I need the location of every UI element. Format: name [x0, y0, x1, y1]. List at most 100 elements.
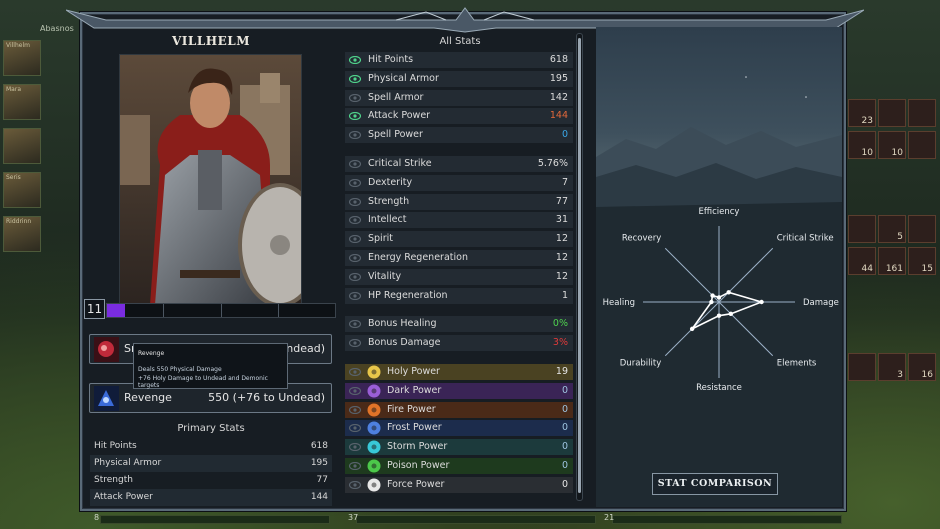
inventory-slot[interactable]: 15 [908, 247, 936, 275]
stat-value: 0 [561, 403, 568, 415]
stat-row: Spirit 12 [345, 231, 573, 248]
stat-row: Energy Regeneration 12 [345, 250, 573, 266]
eye-icon[interactable] [349, 160, 361, 168]
skill-tooltip: Revenge Deals 550 Physical Damage +76 Ho… [133, 343, 288, 389]
inventory-slot[interactable] [908, 215, 936, 243]
party-member-card[interactable]: Villhelm [3, 40, 41, 76]
hud-number: 8 [94, 513, 100, 522]
radar-point [759, 299, 764, 305]
skill-name: Revenge [124, 391, 172, 404]
stat-label: Bonus Healing [368, 318, 437, 330]
inventory-slot[interactable]: 44 [848, 247, 876, 275]
eye-icon[interactable] [349, 368, 361, 376]
radar-axis-line [664, 247, 720, 303]
item-count: 3 [897, 370, 903, 380]
radar-axis-label: Damage [803, 298, 839, 308]
item-count: 15 [921, 264, 933, 274]
eye-icon[interactable] [349, 462, 361, 470]
hud-number: 37 [348, 513, 359, 522]
item-count: 10 [861, 148, 873, 158]
stat-value: 0 [561, 460, 568, 471]
character-panel: VILLHELM 11 Undead) Revenge 550 (+76 to … [84, 28, 338, 508]
stat-row: Intellect 31 [345, 212, 573, 229]
radar-point [728, 311, 734, 317]
stat-value: 142 [549, 91, 568, 103]
eye-icon[interactable] [349, 56, 361, 64]
primary-stats-title: Primary Stats [177, 423, 245, 434]
eye-icon[interactable] [349, 339, 361, 348]
stat-value: 144 [549, 110, 568, 122]
eye-icon[interactable] [349, 216, 361, 225]
inventory-slot[interactable] [908, 131, 936, 159]
inventory-slot[interactable] [908, 99, 936, 127]
inventory-slot[interactable]: 5 [878, 215, 906, 243]
eye-icon[interactable] [349, 178, 361, 187]
eye-icon[interactable] [349, 74, 361, 83]
party-member-card[interactable]: Riddrinn [3, 216, 41, 252]
party-member-card[interactable]: Mara [3, 84, 41, 120]
eye-icon[interactable] [349, 131, 361, 140]
party-member-card[interactable] [3, 128, 41, 164]
stat-row: Critical Strike 5.76% [345, 156, 573, 172]
eye-icon[interactable] [349, 112, 361, 121]
eye-icon[interactable] [349, 235, 361, 244]
stat-label: Holy Power [387, 366, 440, 377]
radar-axis-label: Durability [620, 359, 661, 369]
stat-value: 77 [555, 195, 568, 207]
stat-row: Attack Power 144 [345, 108, 573, 125]
inventory-slot[interactable]: 161 [878, 247, 906, 275]
stat-label: Hit Points [94, 441, 137, 451]
stat-value: 195 [549, 72, 568, 84]
inventory-slot[interactable]: 10 [848, 131, 876, 159]
eye-icon[interactable] [349, 320, 361, 329]
stats-scrollbar[interactable] [576, 33, 583, 501]
inventory-slot[interactable] [878, 99, 906, 127]
character-portrait [119, 54, 302, 304]
stat-row: Spell Power 0 [345, 127, 573, 144]
frost-power-icon [367, 421, 381, 435]
stat-row: Dexterity 7 [345, 174, 573, 191]
inventory-slot[interactable]: 16 [908, 353, 936, 381]
tooltip-title: Revenge [138, 350, 165, 357]
item-count: 44 [861, 264, 873, 274]
radar-axis-line [718, 301, 774, 357]
radar-point [726, 290, 731, 295]
eye-icon[interactable] [349, 254, 361, 262]
eye-icon[interactable] [349, 272, 361, 281]
eye-icon[interactable] [349, 424, 361, 433]
item-count: 161 [885, 264, 903, 274]
power-row: Poison Power 0 [345, 458, 573, 474]
eye-icon[interactable] [349, 291, 361, 300]
stat-value: 3% [552, 337, 568, 349]
party-member-card[interactable]: Seris [3, 172, 41, 208]
stat-comparison-panel: Efficiency Critical Strike Damage Elements R… [596, 27, 842, 507]
eye-icon[interactable] [349, 386, 361, 395]
scrollbar-thumb[interactable] [578, 38, 581, 493]
inventory-slot[interactable] [848, 215, 876, 243]
radar-axis-label: Critical Strike [777, 233, 834, 243]
stat-label: Spirit [368, 233, 393, 245]
radar-point [709, 299, 714, 305]
party-member-name: Villhelm [6, 42, 30, 49]
stat-row: HP Regeneration 1 [345, 287, 573, 304]
stat-value: 12 [555, 233, 568, 245]
inventory-slot[interactable]: 10 [878, 131, 906, 159]
stat-value: 7 [561, 176, 568, 188]
stat-row: Physical Armor 195 [345, 70, 573, 87]
holy-power-icon [367, 365, 381, 379]
eye-icon[interactable] [349, 93, 361, 102]
stat-value: 0% [552, 318, 568, 330]
primary-stat-row: Physical Armor 195 [90, 455, 332, 472]
stat-value: 31 [555, 214, 568, 226]
radar-axis-label: Elements [777, 359, 817, 369]
stat-label: Intellect [368, 214, 407, 226]
inventory-slot[interactable]: 23 [848, 99, 876, 127]
inventory-slot[interactable] [848, 353, 876, 381]
eye-icon[interactable] [349, 480, 361, 489]
eye-icon[interactable] [349, 443, 361, 452]
eye-icon[interactable] [349, 405, 361, 414]
stat-comparison-button[interactable]: STAT COMPARISON [652, 473, 778, 495]
inventory-slot[interactable]: 3 [878, 353, 906, 381]
eye-icon[interactable] [349, 197, 361, 206]
level-row: 11 [84, 299, 338, 319]
